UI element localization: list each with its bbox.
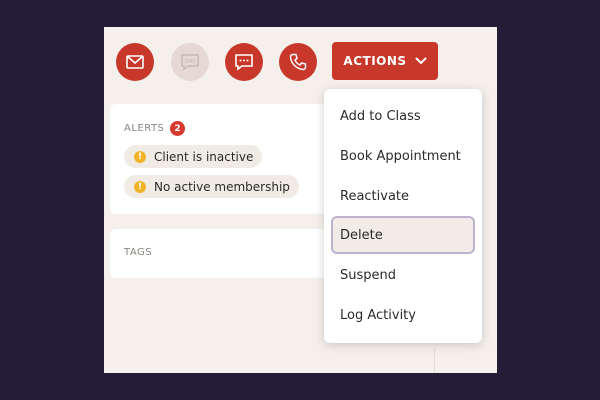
phone-button[interactable] [279,43,317,81]
column-divider [434,348,435,373]
warning-icon: ! [134,150,146,163]
chat-icon [235,54,253,71]
alert-text: Client is inactive [154,149,254,164]
alerts-count-badge: 2 [170,121,185,136]
chevron-down-icon [415,57,427,64]
alerts-label: ALERTS [124,123,165,134]
menu-item-reactivate[interactable]: Reactivate [331,177,475,215]
sms-text: SMS [185,59,196,65]
tags-card: TAGS [110,229,340,278]
phone-icon [289,53,307,71]
menu-item-delete[interactable]: Delete [331,216,475,254]
alert-item: ! No active membership [124,175,299,198]
actions-button[interactable]: ACTIONS [332,42,438,80]
envelope-icon [126,55,144,69]
menu-item-log-activity[interactable]: Log Activity [331,296,475,334]
tags-label: TAGS [124,247,153,258]
menu-item-suspend[interactable]: Suspend [331,256,475,294]
alert-text: No active membership [154,179,290,194]
warning-icon: ! [134,180,146,193]
chat-button[interactable] [225,43,263,81]
actions-dropdown-menu: Add to Class Book Appointment Reactivate… [324,89,482,343]
actions-label: ACTIONS [343,54,407,68]
menu-item-add-to-class[interactable]: Add to Class [331,97,475,135]
menu-item-book-appointment[interactable]: Book Appointment [331,137,475,175]
sms-icon: SMS [181,54,199,71]
alert-item: ! Client is inactive [124,145,263,168]
sms-button[interactable]: SMS [171,43,209,81]
email-button[interactable] [116,43,154,81]
